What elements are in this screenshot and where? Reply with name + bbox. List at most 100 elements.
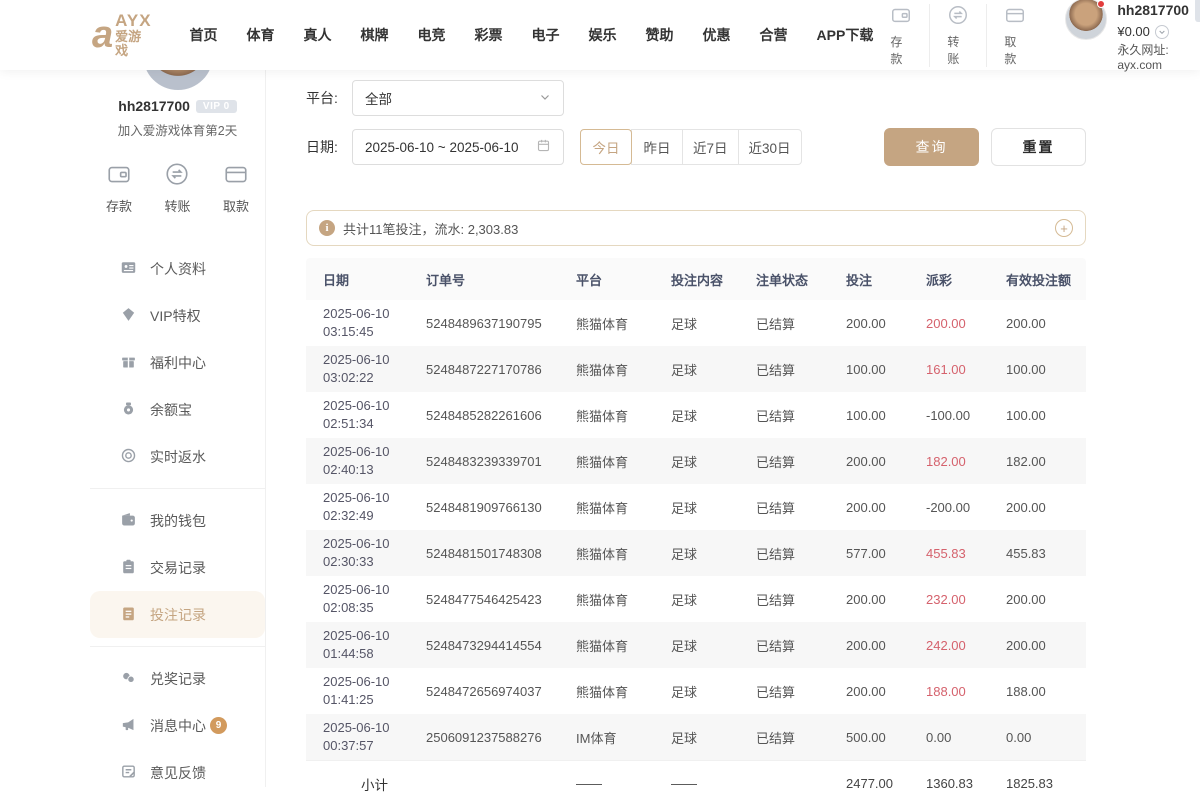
sidebar-item-prize-records[interactable]: 兑奖记录 [90,655,265,702]
cell-date: 2025-06-1000:37:57 [323,719,426,754]
reset-button[interactable]: 重置 [991,128,1086,166]
balance-refresh-icon[interactable] [1155,25,1169,39]
cell-platform: 熊猫体育 [576,590,671,609]
search-button[interactable]: 查询 [884,128,979,166]
sidebar-item-vip[interactable]: VIP特权 [90,292,265,339]
cell-payout: 188.00 [926,684,1006,699]
table-row: 2025-06-1003:02:225248487227170786熊猫体育足球… [306,346,1086,392]
cell-date: 2025-06-1001:41:25 [323,673,426,708]
table-row: 2025-06-1002:08:355248477546425423熊猫体育足球… [306,576,1086,622]
nav-entertainment[interactable]: 娱乐 [589,25,617,45]
cell-valid: 200.00 [1006,592,1086,607]
sidebar-item-wallet[interactable]: 我的钱包 [90,497,265,544]
money-pot-icon [120,400,137,420]
wallet-icon [890,4,912,29]
nav-sponsor[interactable]: 赞助 [646,25,674,45]
header-transfer-button[interactable]: 转账 [929,4,986,67]
range-7days-button[interactable]: 近7日 [682,129,739,165]
cell-content: 足球 [671,314,756,333]
nav-promo[interactable]: 优惠 [703,25,731,45]
nav-chess[interactable]: 棋牌 [361,25,389,45]
date-range-value: 2025-06-10 ~ 2025-06-10 [365,140,519,155]
nav-live[interactable]: 真人 [304,25,332,45]
cell-date: 2025-06-1003:15:45 [323,305,426,340]
sidebar-deposit-button[interactable]: 存款 [106,161,132,215]
cell-bet: 200.00 [846,454,926,469]
cell-status: 已结算 [756,544,846,563]
cell-valid: 200.00 [1006,500,1086,515]
sidebar-item-yuebao[interactable]: 余额宝 [90,386,265,433]
top-header: a AYX 爱游戏 首页 体育 真人 棋牌 电竞 彩票 电子 娱乐 赞助 优惠 … [0,0,1200,70]
sidebar-item-profile[interactable]: 个人资料 [90,245,265,292]
cell-bet: 200.00 [846,638,926,653]
nav-home[interactable]: 首页 [190,25,218,45]
range-yesterday-button[interactable]: 昨日 [631,129,683,165]
id-card-icon [120,259,137,279]
user-avatar[interactable] [1065,0,1107,40]
coins-icon [120,669,137,689]
nav-sports[interactable]: 体育 [247,25,275,45]
sidebar-item-feedback[interactable]: 意见反馈 [90,749,265,796]
date-filter-label: 日期: [306,137,352,157]
sidebar-withdraw-button[interactable]: 取款 [223,161,249,215]
sidebar-item-welfare[interactable]: 福利中心 [90,339,265,386]
platform-select[interactable]: 全部 [352,80,564,116]
table-row: 2025-06-1001:44:585248473294414554熊猫体育足球… [306,622,1086,668]
cell-status: 已结算 [756,452,846,471]
cell-order: 5248481909766130 [426,500,576,515]
feedback-icon [120,763,137,783]
calendar-icon [536,138,551,156]
cell-date: 2025-06-1002:30:33 [323,535,426,570]
cell-order: 5248483239339701 [426,454,576,469]
sidebar-item-rebate[interactable]: 实时返水 [90,433,265,480]
bank-card-icon [223,161,249,190]
sidebar-item-bet-records[interactable]: 投注记录 [90,591,265,638]
cell-bet: 100.00 [846,408,926,423]
logo-text-en: AYX [115,12,151,30]
sidebar-vip-badge: VIP 0 [196,100,237,113]
cell-order: 5248489637190795 [426,316,576,331]
cell-platform: 熊猫体育 [576,314,671,333]
range-30days-button[interactable]: 近30日 [738,129,802,165]
logo-mark-icon: a [92,16,107,54]
cell-payout: 182.00 [926,454,1006,469]
header-deposit-button[interactable]: 存款 [873,4,929,67]
cell-content: 足球 [671,360,756,379]
cell-platform: 熊猫体育 [576,498,671,517]
cell-date: 2025-06-1002:32:49 [323,489,426,524]
sidebar-transfer-button[interactable]: 转账 [164,161,190,215]
nav-esports[interactable]: 电竞 [418,25,446,45]
cell-content: 足球 [671,728,756,747]
summary-bar: i 共计11笔投注，流水: 2,303.83 + [306,210,1086,246]
sidebar-item-transactions[interactable]: 交易记录 [90,544,265,591]
date-range-buttons: 今日 昨日 近7日 近30日 [580,129,802,165]
cell-order: 5248477546425423 [426,592,576,607]
header-user-block[interactable]: hh2817700 VIP 0 ¥0.00 永久网址: ayx.com [1065,0,1200,72]
nav-slots[interactable]: 电子 [532,25,560,45]
cell-valid: 188.00 [1006,684,1086,699]
cell-status: 已结算 [756,498,846,517]
cell-payout: -100.00 [926,408,1006,423]
date-range-input[interactable]: 2025-06-10 ~ 2025-06-10 [352,129,564,165]
cell-order: 5248485282261606 [426,408,576,423]
cell-payout: 0.00 [926,730,1006,745]
sidebar-item-messages[interactable]: 消息中心 9 [90,702,265,749]
cell-platform: 熊猫体育 [576,406,671,425]
expand-plus-icon[interactable]: + [1055,219,1073,237]
nav-app-download[interactable]: APP下载 [817,25,874,45]
sidebar-withdraw-label: 取款 [223,196,249,215]
wallet-icon [106,161,132,190]
cell-payout: -200.00 [926,500,1006,515]
bet-records-table: 日期 订单号 平台 投注内容 注单状态 投注 派彩 有效投注额 2025-06-… [306,258,1086,806]
cell-content: 足球 [671,498,756,517]
range-today-button[interactable]: 今日 [580,129,632,165]
brand-logo[interactable]: a AYX 爱游戏 [92,12,152,57]
header-withdraw-button[interactable]: 取款 [986,4,1043,67]
cell-bet: 500.00 [846,730,926,745]
nav-lottery[interactable]: 彩票 [475,25,503,45]
header-transfer-label: 转账 [947,33,969,67]
cell-date: 2025-06-1002:51:34 [323,397,426,432]
sidebar-deposit-label: 存款 [106,196,132,215]
subtotal-bet: 2477.00 [846,776,926,791]
nav-affiliate[interactable]: 合营 [760,25,788,45]
